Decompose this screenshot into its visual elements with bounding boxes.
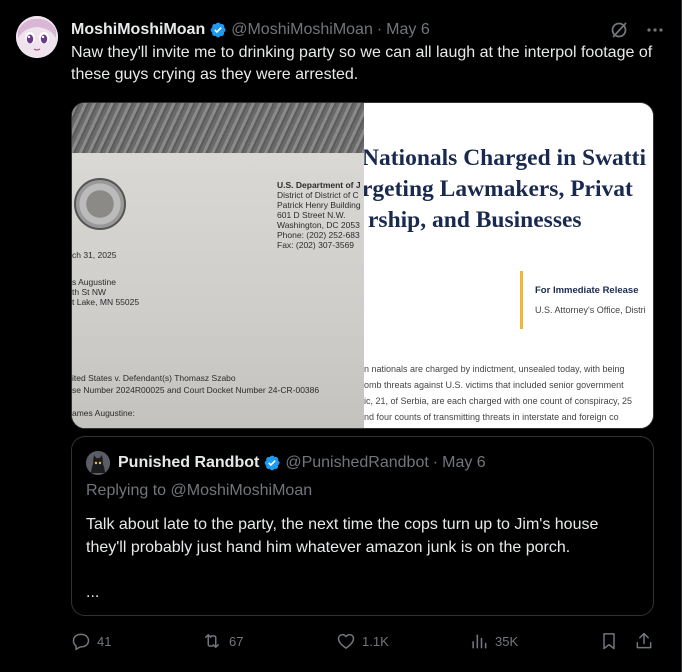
press-body-line-2: ic, 21, of Serbia, are each charged with…: [364, 396, 632, 406]
letter-address-1: th St NW: [72, 287, 107, 297]
press-title-line-1: rgeting Lawmakers, Privat: [364, 176, 633, 202]
tweet-article[interactable]: MoshiMoshiMoan @MoshiMoshiMoan · May 6 N…: [0, 0, 682, 672]
quoted-date[interactable]: May 6: [442, 454, 486, 472]
letter-date: ch 31, 2025: [72, 250, 117, 260]
letter-dept-line-6: Fax: (202) 307-3569: [277, 240, 355, 250]
tweet-media[interactable]: U.S. Department of J District of Distric…: [71, 102, 654, 429]
author-handle[interactable]: @MoshiMoshiMoan: [231, 21, 373, 39]
verified-icon: [265, 455, 281, 471]
author-avatar[interactable]: [16, 16, 58, 58]
reply-count: 41: [97, 633, 112, 649]
repost-button[interactable]: 67: [201, 628, 243, 654]
more-icon[interactable]: [645, 20, 665, 40]
header-separator: ·: [376, 21, 383, 38]
letter-case-1: se Number 2024R00025 and Court Docket Nu…: [72, 385, 320, 395]
quoted-author-avatar[interactable]: [86, 451, 110, 475]
press-title: Nationals Charged in Swatti rgeting Lawm…: [364, 143, 653, 236]
quoted-text: Talk about late to the party, the next t…: [86, 516, 599, 556]
views-icon: [472, 634, 487, 649]
tweet-date[interactable]: May 6: [386, 21, 430, 39]
tweet-text: Naw they'll invite me to drinking party …: [71, 44, 653, 83]
press-title-line-2: rship, and Businesses: [368, 207, 582, 233]
reply-button[interactable]: 41: [71, 628, 111, 654]
press-body-line-1: omb threats against U.S. victims that in…: [364, 380, 624, 390]
letter-address-2: t Lake, MN 55025: [72, 297, 140, 307]
press-body-line-3: nd four counts of transmitting threats i…: [364, 412, 619, 422]
grok-icon[interactable]: [609, 20, 629, 40]
author-name[interactable]: MoshiMoshiMoan: [71, 21, 205, 39]
press-body: n nationals are charged by indictment, u…: [364, 361, 632, 425]
letter-dept-line-3: 601 D Street N.W.: [277, 210, 346, 220]
release-box: For Immediate Release U.S. Attorney's Of…: [520, 271, 653, 329]
like-icon: [337, 633, 355, 649]
like-button[interactable]: 1.1K: [336, 628, 389, 654]
quoted-separator: ·: [432, 454, 439, 471]
letter-address-0: s Augustine: [72, 277, 116, 287]
like-count: 1.1K: [362, 633, 389, 649]
verified-icon: [210, 22, 226, 38]
share-icon: [636, 632, 652, 649]
quoted-header: Punished Randbot @PunishedRandbot · May …: [118, 452, 486, 474]
action-bar: 41 67 1.1K 35K: [71, 628, 654, 654]
letter-dept-line-5: Phone: (202) 252-683: [277, 230, 360, 240]
press-release-screenshot[interactable]: Nationals Charged in Swatti rgeting Lawm…: [364, 103, 653, 428]
quoted-author-name[interactable]: Punished Randbot: [118, 454, 259, 472]
quoted-more: ...: [86, 584, 100, 601]
letter-dept-line-2: Patrick Henry Building: [277, 200, 361, 210]
release-office: U.S. Attorney's Office, Distri: [535, 305, 646, 315]
quoted-author-handle[interactable]: @PunishedRandbot: [285, 454, 428, 472]
carpet-texture: [72, 103, 364, 158]
letter-photo[interactable]: U.S. Department of J District of Distric…: [72, 103, 364, 428]
release-heading: For Immediate Release: [535, 285, 639, 296]
quoted-tweet[interactable]: Punished Randbot @PunishedRandbot · May …: [71, 436, 654, 616]
repost-count: 67: [229, 633, 244, 649]
letter-dept-line-1: District of District of C: [277, 190, 359, 200]
doj-seal-icon: [74, 178, 126, 230]
views-count: 35K: [495, 633, 519, 649]
press-title-line-0: Nationals Charged in Swatti: [364, 145, 646, 171]
press-body-line-0: n nationals are charged by indictment, u…: [364, 364, 625, 374]
bookmark-icon: [603, 633, 615, 650]
share-button[interactable]: [634, 628, 654, 654]
views-button[interactable]: 35K: [469, 628, 518, 654]
letter-dept-line-0: U.S. Department of J: [277, 180, 361, 190]
bookmark-button[interactable]: [599, 628, 619, 654]
replying-to[interactable]: Replying to @MoshiMoshiMoan: [86, 482, 312, 500]
letter-salutation: ames Augustine:: [72, 408, 135, 418]
repost-icon: [205, 634, 219, 648]
reply-icon: [72, 633, 90, 651]
tweet-header: MoshiMoshiMoan @MoshiMoshiMoan · May 6: [71, 19, 665, 41]
letter-dept-line-4: Washington, DC 2053: [277, 220, 360, 230]
letter-case-0: ited States v. Defendant(s) Thomasz Szab…: [72, 373, 236, 383]
